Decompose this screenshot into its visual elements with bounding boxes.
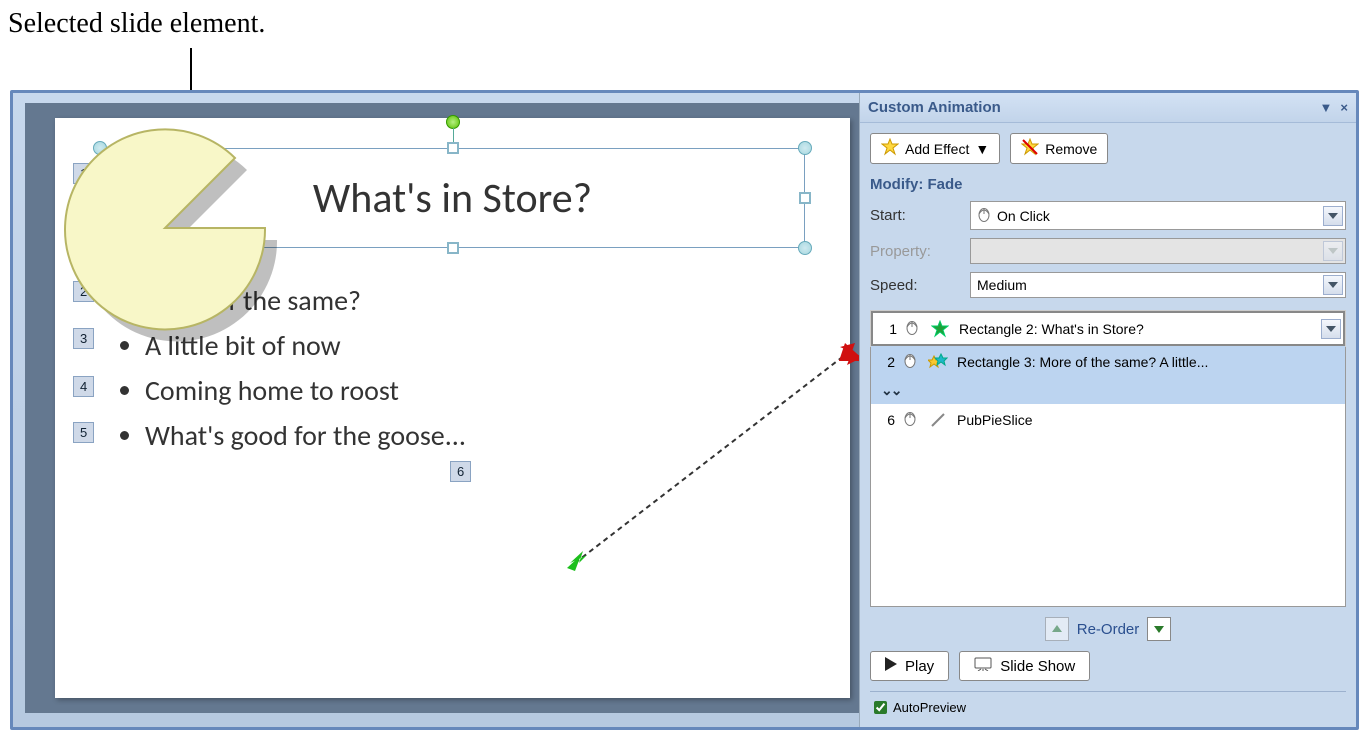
slide-editor[interactable]: What's in Store? More of the same? [25, 103, 865, 713]
add-effect-button[interactable]: Add Effect ▼ [870, 133, 1000, 164]
speed-value: Medium [977, 277, 1027, 293]
resize-handle-br[interactable] [798, 241, 812, 255]
effect-green-star-icon [929, 320, 951, 338]
rotate-handle-stem [453, 128, 454, 142]
slideshow-screen-icon [974, 657, 992, 675]
start-label: Start: [870, 207, 970, 224]
play-icon [885, 657, 897, 675]
play-label: Play [905, 658, 934, 675]
resize-handle-b[interactable] [447, 242, 459, 254]
remove-star-icon [1021, 138, 1039, 159]
reorder-label: Re-Order [1077, 621, 1140, 638]
start-value: On Click [997, 208, 1050, 224]
speed-label: Speed: [870, 277, 970, 294]
animation-list-item[interactable]: 1 Rectangle 2: What's in Store? [871, 311, 1345, 346]
anim-item-label: Rectangle 2: What's in Store? [959, 321, 1313, 337]
chevron-down-icon[interactable] [1321, 319, 1341, 339]
anim-order-num: 6 [877, 412, 895, 428]
slideshow-button[interactable]: Slide Show [959, 651, 1090, 681]
anim-item-label: Rectangle 3: More of the same? A little.… [957, 354, 1339, 370]
modify-section-label: Modify: Fade [870, 176, 1346, 193]
rotate-handle[interactable] [446, 115, 460, 129]
mouse-icon [903, 410, 919, 429]
autopreview-checkbox[interactable] [874, 701, 887, 714]
resize-handle-r[interactable] [799, 192, 811, 204]
animation-tag[interactable]: 6 [450, 461, 471, 482]
resize-handle-t[interactable] [447, 142, 459, 154]
property-combo [970, 238, 1346, 264]
task-pane-header: Custom Animation ▼ × [860, 93, 1356, 123]
animation-tag[interactable]: 4 [73, 376, 94, 397]
animation-list[interactable]: 1 Rectangle 2: What's in Store? 2 Rectan… [870, 310, 1346, 607]
animation-list-item[interactable]: 6 PubPieSlice [871, 404, 1345, 436]
remove-label: Remove [1045, 141, 1097, 157]
reorder-up-button [1045, 617, 1069, 641]
motion-path[interactable] [565, 343, 865, 573]
anim-order-num: 2 [877, 354, 895, 370]
caption-text: Selected slide element. [0, 0, 1369, 40]
resize-handle-tr[interactable] [798, 141, 812, 155]
animation-tag[interactable]: 5 [73, 422, 94, 443]
speed-combo[interactable]: Medium [970, 272, 1346, 298]
slideshow-label: Slide Show [1000, 658, 1075, 675]
task-pane-title: Custom Animation [868, 99, 1001, 116]
task-pane-menu-icon[interactable]: ▼ [1320, 100, 1333, 115]
custom-animation-task-pane: Custom Animation ▼ × Add Effect ▼ [859, 93, 1356, 730]
mouse-icon [905, 319, 921, 338]
bullet-item[interactable]: What's good for the goose... [145, 418, 466, 453]
autopreview-label: AutoPreview [893, 700, 966, 715]
add-effect-star-icon [881, 138, 899, 159]
reorder-down-button[interactable] [1147, 617, 1171, 641]
effect-cyan-star-icon [927, 353, 949, 371]
slide-canvas[interactable]: What's in Store? More of the same? [55, 118, 850, 698]
chevron-down-icon[interactable] [1323, 206, 1343, 226]
chevron-down-icon [1323, 241, 1343, 261]
play-button[interactable]: Play [870, 651, 949, 681]
anim-order-num: 1 [879, 321, 897, 337]
add-effect-label: Add Effect [905, 141, 969, 157]
anim-item-label: PubPieSlice [957, 412, 1339, 428]
remove-button[interactable]: Remove [1010, 133, 1108, 164]
expand-chevrons-icon[interactable]: ⌄⌄ [871, 378, 1345, 404]
mouse-icon [977, 206, 991, 225]
animation-list-item[interactable]: 2 Rectangle 3: More of the same? A littl… [871, 346, 1345, 378]
mouse-icon [903, 352, 919, 371]
property-label: Property: [870, 243, 970, 260]
pie-shape[interactable] [55, 118, 275, 338]
app-window: What's in Store? More of the same? [10, 90, 1359, 730]
close-icon[interactable]: × [1340, 100, 1348, 115]
dropdown-arrow-icon: ▼ [975, 141, 989, 157]
effect-motion-path-icon [927, 411, 949, 429]
start-combo[interactable]: On Click [970, 201, 1346, 230]
chevron-down-icon[interactable] [1323, 275, 1343, 295]
bullet-item[interactable]: Coming home to roost [145, 373, 466, 408]
